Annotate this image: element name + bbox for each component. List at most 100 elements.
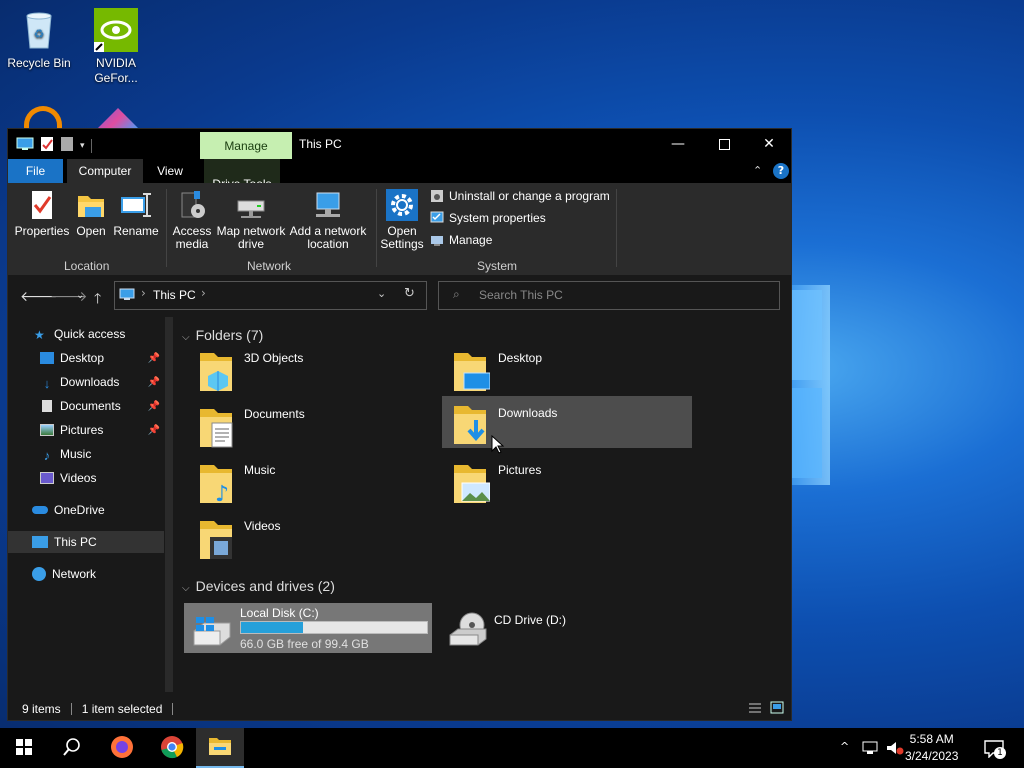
access-media-button[interactable]: Access media — [170, 189, 214, 251]
folders-section-header[interactable]: ⌵ Folders (7) — [182, 327, 263, 343]
tab-file[interactable]: File — [8, 159, 63, 183]
pin-icon: 📌 — [147, 376, 160, 388]
sidebar-item-pictures[interactable]: Pictures 📌 — [8, 419, 164, 441]
folder-documents-icon — [198, 405, 236, 451]
add-network-location-button[interactable]: Add a network location — [288, 189, 368, 251]
system-properties-button[interactable]: System properties — [430, 211, 546, 225]
rename-button[interactable]: Rename — [112, 189, 160, 238]
new-folder-icon[interactable] — [60, 136, 74, 155]
minimize-button[interactable]: — — [655, 129, 701, 159]
network-status-icon[interactable] — [862, 741, 880, 758]
breadcrumb-this-pc[interactable]: This PC — [153, 288, 196, 302]
access-media-icon — [176, 189, 208, 221]
folder-downloads-icon — [452, 402, 490, 448]
start-button[interactable] — [0, 728, 48, 768]
action-center-button[interactable]: 1 — [984, 740, 1006, 761]
taskbar: ^ 5:58 AM 3/24/2023 1 — [0, 728, 1024, 768]
address-dropdown-icon[interactable]: ⌄ — [377, 287, 386, 300]
ribbon-tabs: File Computer View Drive Tools ⌃ ? — [8, 159, 791, 209]
collapse-icon: ⌵ — [182, 583, 190, 594]
collapse-ribbon-icon[interactable]: ⌃ — [753, 164, 762, 177]
hard-drive-icon — [190, 613, 234, 650]
sidebar-item-network[interactable]: Network — [8, 563, 164, 585]
sidebar-item-videos[interactable]: Videos — [8, 467, 164, 489]
manage-button[interactable]: Manage — [430, 233, 492, 247]
sidebar-label: Documents — [60, 399, 121, 413]
taskbar-firefox[interactable] — [98, 728, 146, 768]
window-title: This PC — [299, 137, 342, 151]
search-input[interactable]: ⌕ Search This PC — [438, 281, 780, 310]
status-bar: 9 items 1 item selected — [8, 697, 791, 720]
drive-tile-cd-d[interactable]: CD Drive (D:) — [438, 603, 686, 653]
sidebar-scrollbar[interactable] — [165, 317, 173, 692]
add-network-location-label: Add a network location — [289, 224, 367, 251]
folder-tile-downloads[interactable]: Downloads — [442, 396, 692, 448]
manage-icon — [430, 233, 444, 247]
sidebar-item-documents[interactable]: Documents 📌 — [8, 395, 164, 417]
refresh-icon[interactable]: ↻ — [404, 286, 415, 301]
up-button[interactable]: 🡑 — [94, 288, 101, 312]
tab-view[interactable]: View — [148, 159, 192, 183]
folder-name: Music — [244, 463, 276, 477]
sidebar-label: Pictures — [60, 423, 104, 437]
recent-locations-button[interactable]: ⌄ — [76, 290, 84, 301]
desktop-icon-nvidia[interactable]: NVIDIA GeFor... — [78, 8, 154, 86]
download-icon: ↓ — [43, 376, 51, 391]
maximize-button[interactable] — [701, 129, 747, 159]
folder-music-icon: ♪ — [198, 461, 236, 507]
drives-section-header[interactable]: ⌵ Devices and drives (2) — [182, 578, 335, 594]
drive-tile-local-disk-c[interactable]: Local Disk (C:) 66.0 GB free of 99.4 GB — [184, 603, 432, 653]
document-icon — [42, 400, 52, 412]
open-button[interactable]: Open — [72, 189, 110, 238]
folder-tile-videos[interactable]: Videos — [188, 515, 438, 567]
close-button[interactable]: ✕ — [746, 129, 792, 159]
customize-qat-icon[interactable]: ▾ — [80, 141, 85, 151]
folder-tile-3d-objects[interactable]: 3D Objects — [188, 347, 438, 399]
help-icon[interactable]: ? — [773, 163, 789, 179]
folder-tile-desktop[interactable]: Desktop — [442, 347, 692, 399]
open-settings-button[interactable]: Open Settings — [380, 189, 424, 251]
search-button[interactable] — [48, 728, 96, 768]
divider — [70, 702, 72, 715]
taskbar-chrome[interactable] — [148, 728, 196, 768]
manage-context-tab[interactable]: Manage — [200, 132, 292, 159]
folder-tile-documents[interactable]: Documents — [188, 403, 438, 455]
sidebar-item-this-pc[interactable]: This PC — [8, 531, 164, 553]
volume-muted-icon[interactable] — [886, 741, 904, 758]
folder-name: Downloads — [498, 406, 558, 420]
divider — [616, 189, 617, 267]
collapse-icon: ⌵ — [182, 332, 190, 343]
taskbar-file-explorer[interactable] — [196, 728, 244, 768]
music-icon: ♪ — [43, 448, 51, 463]
uninstall-program-button[interactable]: Uninstall or change a program — [430, 189, 610, 203]
address-field[interactable]: › This PC › ⌄ ↻ — [114, 281, 427, 310]
properties-icon[interactable] — [40, 136, 54, 155]
content-pane: ⌵ Folders (7) 3D Objects Desktop Document… — [174, 317, 791, 692]
pin-icon: 📌 — [147, 424, 160, 436]
show-hidden-icons-icon[interactable]: ^ — [840, 740, 849, 753]
title-bar[interactable]: ▾ Manage This PC — ✕ — [8, 129, 791, 159]
quick-access-toolbar: ▾ — [16, 136, 92, 155]
folder-tile-pictures[interactable]: Pictures — [442, 459, 692, 511]
sidebar-item-desktop[interactable]: Desktop 📌 — [8, 347, 164, 369]
details-view-icon[interactable] — [748, 702, 762, 717]
sidebar-item-music[interactable]: ♪ Music — [8, 443, 164, 465]
desktop-icon-recycle-bin[interactable]: ♻ Recycle Bin — [1, 8, 77, 70]
ribbon: Properties Open Rename Location Access m… — [8, 183, 791, 276]
folder-videos-icon — [198, 517, 236, 563]
file-explorer-window[interactable]: ▾ Manage This PC — ✕ File Computer View … — [8, 129, 791, 720]
search-placeholder: Search This PC — [479, 288, 563, 302]
folder-tile-music[interactable]: ♪ Music — [188, 459, 438, 511]
properties-button[interactable]: Properties — [14, 189, 70, 238]
sidebar-item-quick-access[interactable]: ★ Quick access — [8, 323, 164, 345]
notification-count-badge: 1 — [994, 747, 1006, 759]
status-selection: 1 item selected — [81, 701, 163, 716]
map-network-drive-button[interactable]: Map network drive — [214, 189, 288, 251]
sidebar-item-onedrive[interactable]: OneDrive — [8, 499, 164, 521]
sidebar-item-downloads[interactable]: ↓ Downloads 📌 — [8, 371, 164, 393]
folder-name: Documents — [244, 407, 305, 421]
search-icon — [63, 737, 81, 759]
tiles-view-icon[interactable] — [770, 701, 784, 717]
system-clock[interactable]: 5:58 AM 3/24/2023 — [905, 731, 958, 765]
tab-computer[interactable]: Computer — [67, 159, 143, 183]
